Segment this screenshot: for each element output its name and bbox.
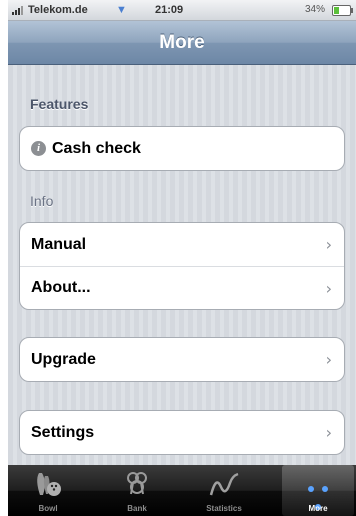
tab-more[interactable]: More (282, 465, 354, 516)
chevron-right-icon: › (325, 423, 332, 442)
tab-statistics[interactable]: Statistics (190, 465, 258, 516)
settings-group: Settings › (19, 410, 345, 455)
info-icon: i (31, 141, 46, 156)
battery-level-fill (334, 7, 339, 14)
upgrade-row[interactable]: Upgrade › (20, 338, 344, 381)
chevron-right-icon: › (325, 350, 332, 369)
tab-bank-label: Bank (127, 504, 147, 513)
section-header-info: Info (30, 193, 54, 209)
cash-check-label: Cash check (52, 139, 141, 157)
bowling-icon (37, 473, 61, 496)
tab-bowl-label: Bowl (38, 504, 58, 513)
tab-more-label: More (308, 504, 328, 513)
tab-bank[interactable]: Bank (103, 465, 171, 516)
about-label: About... (31, 279, 91, 296)
navigation-bar: More (8, 21, 356, 65)
tab-bowl[interactable]: Bowl (14, 465, 82, 516)
features-group: i Cash check (19, 126, 345, 171)
settings-label: Settings (31, 423, 95, 441)
status-bar: Telekom.de ▼ 21:09 34% (8, 0, 356, 21)
chevron-right-icon: › (325, 235, 332, 254)
info-group: Manual › About... › (19, 222, 345, 310)
manual-label: Manual (31, 235, 87, 253)
battery-percent: 34% (305, 4, 326, 15)
upgrade-label: Upgrade (31, 350, 96, 368)
chevron-right-icon: › (325, 279, 332, 298)
manual-row[interactable]: Manual › (20, 223, 344, 266)
statistics-icon (209, 472, 239, 496)
bank-icon (127, 472, 147, 495)
tab-bar: Bowl Bank Statistics More (8, 465, 356, 516)
phone-screen: Telekom.de ▼ 21:09 34% More Features i C… (8, 0, 356, 516)
more-icon (298, 479, 338, 510)
wifi-icon: ▼ (116, 4, 127, 16)
battery-icon (332, 5, 353, 16)
section-header-features: Features (30, 96, 89, 112)
settings-row[interactable]: Settings › (20, 411, 344, 454)
status-time: 21:09 (155, 4, 184, 16)
carrier-name: Telekom.de (28, 4, 88, 16)
cash-check-row[interactable]: i Cash check (20, 127, 344, 170)
about-row[interactable]: About... › (20, 266, 344, 309)
tab-statistics-label: Statistics (206, 504, 242, 513)
upgrade-group: Upgrade › (19, 337, 345, 382)
page-title: More (159, 32, 205, 53)
signal-strength-icon (12, 6, 23, 15)
